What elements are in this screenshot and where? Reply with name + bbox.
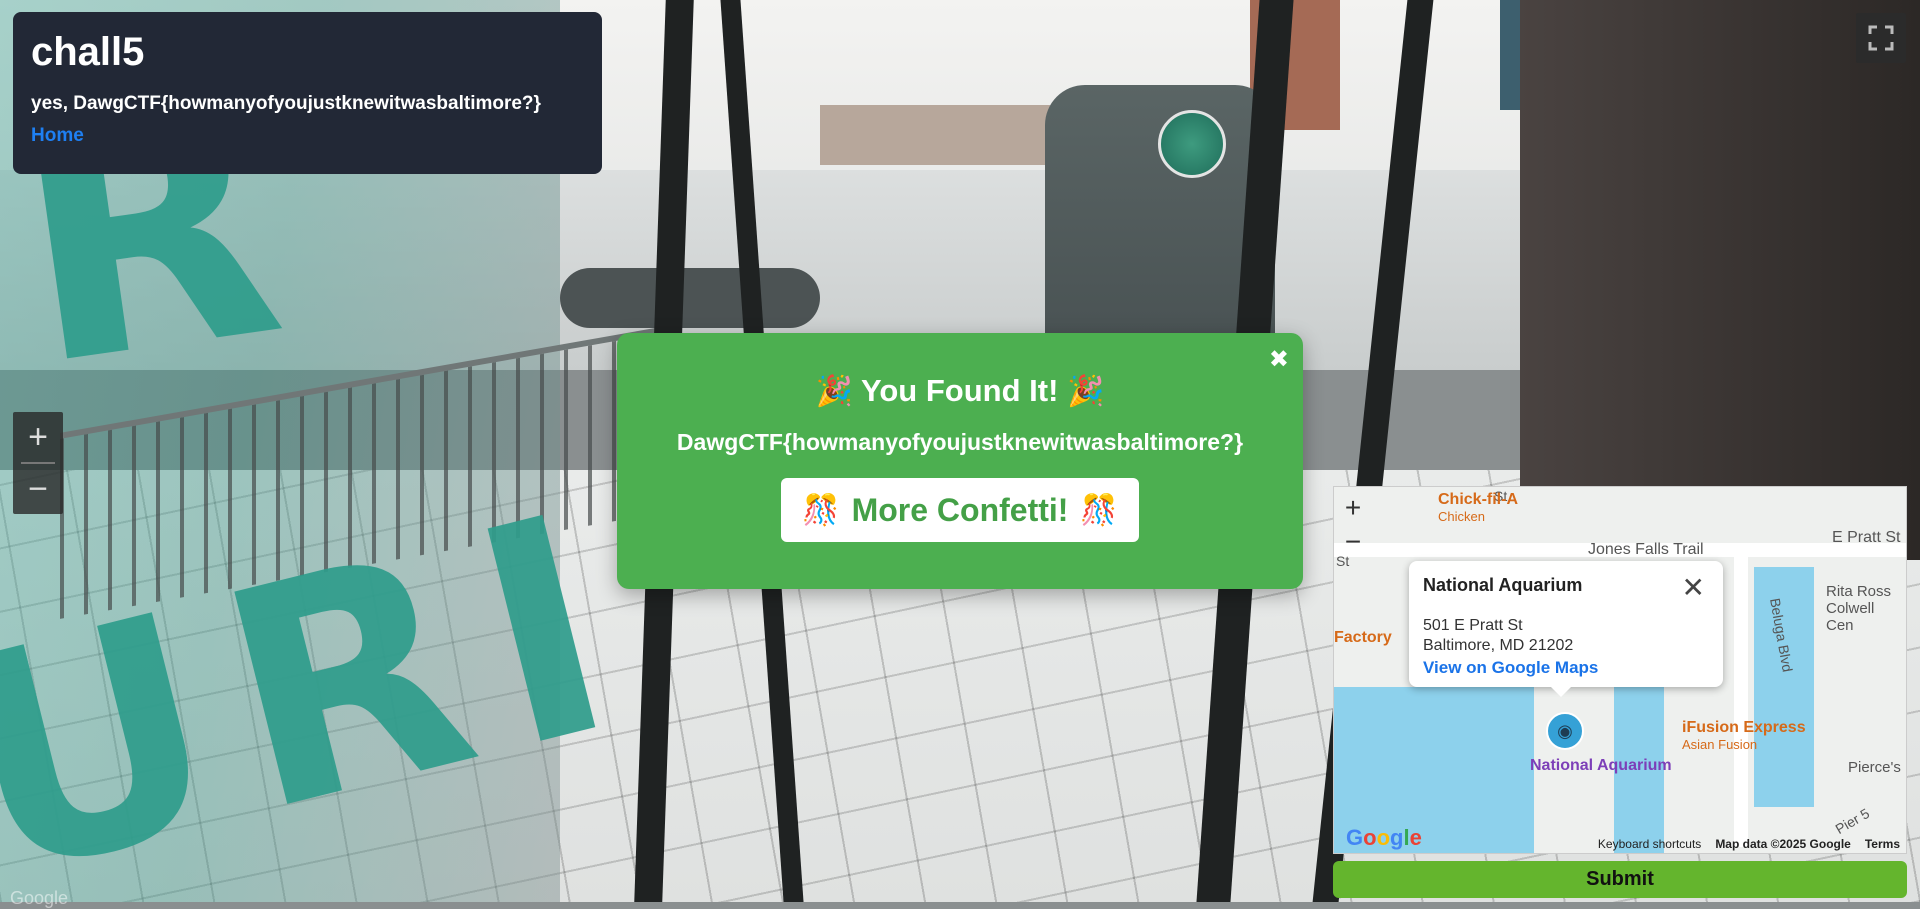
guess-map[interactable]: St St Jones Falls Trail E Pratt St Belug… [1333,486,1907,854]
map-poi-label: Rita Ross Colwell Cen [1826,583,1892,634]
modal-title: 🎉 You Found It! 🎉 [617,373,1303,409]
submarine-emblem [1158,110,1226,178]
party-popper-icon: 🎉 [1067,375,1105,408]
map-street-label: Jones Falls Trail [1588,541,1704,558]
map-zoom-control: + − [1338,491,1368,561]
map-road [1734,547,1748,847]
popup-address: 501 E Pratt St Baltimore, MD 21202 [1423,616,1709,656]
popup-title: National Aquarium [1423,575,1583,595]
map-poi-name: iFusion Express [1682,719,1806,736]
map-poi-sub: Asian Fusion [1682,737,1758,752]
map-data-attribution: Map data ©2025 Google [1715,837,1851,851]
modal-title-text: You Found It! [861,373,1059,408]
info-panel: chall5 yes, DawgCTF{howmanyofyoujustknew… [13,12,602,174]
party-popper-icon: 🎉 [815,375,853,408]
close-icon[interactable]: ✕ [1682,571,1705,604]
pin-label: National Aquarium [1530,757,1672,774]
map-poi[interactable]: iFusion Express Asian Fusion [1682,719,1806,752]
interior-wall [1520,0,1920,560]
more-confetti-label: More Confetti! [851,491,1069,528]
google-logo: Google [1346,825,1422,850]
challenge-subtitle: yes, DawgCTF{howmanyofyoujustknewitwasba… [31,93,541,114]
confetti-icon: 🎊 [1080,493,1118,527]
confetti-icon: 🎊 [802,493,840,527]
boat [560,268,820,328]
map-footer: Keyboard shortcuts Map data ©2025 Google… [1598,837,1900,851]
aquarium-pin-icon[interactable]: ◉ [1546,712,1584,750]
challenge-title: chall5 [31,30,145,74]
popup-address-line: Baltimore, MD 21202 [1423,637,1574,654]
map-poi[interactable]: Factory [1334,629,1392,647]
submit-button[interactable]: Submit [1333,861,1907,898]
fullscreen-icon [1868,25,1894,51]
home-link[interactable]: Home [31,125,84,146]
map-poi-label: Pierce's [1848,759,1901,776]
flag-text: DawgCTF{howmanyofyoujustknewitwasbaltimo… [676,429,1244,455]
popup-tail [1551,687,1571,697]
google-watermark: Google [10,888,69,908]
map-poi-name: Factory [1334,629,1392,646]
terms-link[interactable]: Terms [1865,837,1900,851]
success-modal: ✖ 🎉 You Found It! 🎉 DawgCTF{howmanyofyou… [617,333,1303,589]
map-poi-sub: Chicken [1438,509,1485,524]
zoom-in-button[interactable]: + [13,412,63,462]
close-icon[interactable]: ✖ [1269,345,1289,374]
popup-address-line: 501 E Pratt St [1423,617,1523,634]
map-poi-name: Chick-fil-A [1438,491,1518,508]
map-zoom-in-button[interactable]: + [1338,491,1368,525]
map-street-label: E Pratt St [1832,529,1901,546]
map-zoom-out-button[interactable]: − [1338,525,1368,559]
building [820,105,1050,165]
map-poi[interactable]: Chick-fil-A Chicken [1438,491,1518,524]
view-on-google-maps-link[interactable]: View on Google Maps [1423,658,1709,678]
streetview-zoom-control: + − [13,412,63,514]
more-confetti-button[interactable]: 🎊 More Confetti! 🎊 [781,478,1139,542]
zoom-out-button[interactable]: − [13,464,63,514]
map-street-label: Pier 5 [1832,804,1873,838]
keyboard-shortcuts-link[interactable]: Keyboard shortcuts [1598,837,1701,851]
fullscreen-button[interactable] [1856,13,1906,63]
map-info-popup: National Aquarium ✕ 501 E Pratt St Balti… [1409,561,1723,697]
